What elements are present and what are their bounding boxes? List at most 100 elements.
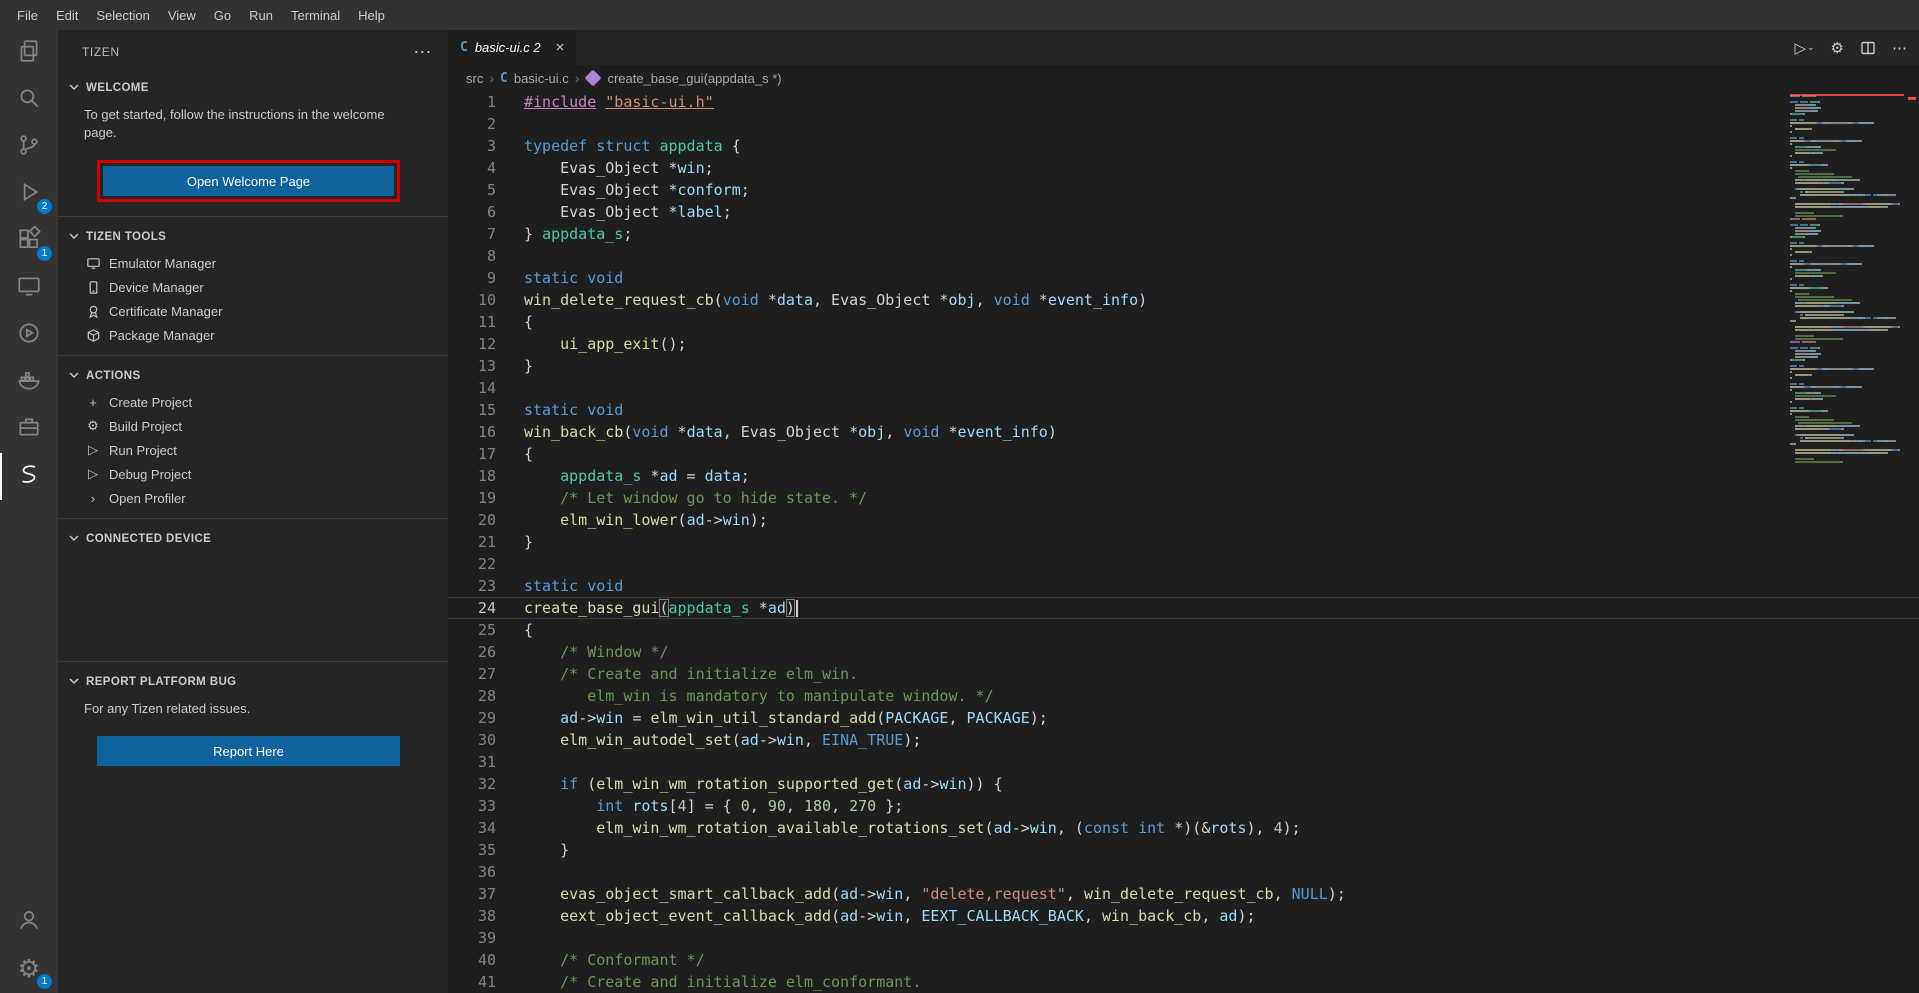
minimap[interactable] — [1790, 91, 1904, 993]
code-line[interactable]: 26 /* Window */ — [448, 641, 1919, 663]
minimap-row — [1790, 371, 1904, 373]
code-line[interactable]: 19 /* Let window go to hide state. */ — [448, 487, 1919, 509]
menu-view[interactable]: View — [159, 0, 205, 30]
sidebar-item-explorer[interactable] — [0, 30, 58, 77]
code-line[interactable]: 1#include "basic-ui.h" — [448, 91, 1919, 113]
menu-edit[interactable]: Edit — [47, 0, 87, 30]
code-line[interactable]: 39 — [448, 927, 1919, 949]
tab-basic-ui-c[interactable]: C basic-ui.c 2 × — [448, 30, 576, 65]
menu-terminal[interactable]: Terminal — [282, 0, 349, 30]
sidebar-item-run-project[interactable]: ▷ Run Project — [58, 438, 448, 462]
code-line[interactable]: 8 — [448, 245, 1919, 267]
sidebar-item-open-profiler[interactable]: › Open Profiler — [58, 486, 448, 510]
code-line[interactable]: 10win_delete_request_cb(void *data, Evas… — [448, 289, 1919, 311]
minimap-row — [1790, 392, 1904, 394]
sidebar-item-run-debug[interactable]: 2 — [0, 171, 58, 218]
code-line[interactable]: 38 eext_object_event_callback_add(ad->wi… — [448, 905, 1919, 927]
code-line[interactable]: 24create_base_gui(appdata_s *ad) — [448, 597, 1919, 619]
code-line[interactable]: 7} appdata_s; — [448, 223, 1919, 245]
code-line[interactable]: 37 evas_object_smart_callback_add(ad->wi… — [448, 883, 1919, 905]
code-line[interactable]: 20 elm_win_lower(ad->win); — [448, 509, 1919, 531]
split-editor-icon[interactable] — [1860, 40, 1876, 56]
editor-actions: ▷⌄ ⚙ ⋯ — [1794, 30, 1907, 65]
manage-button[interactable]: ⚙ 1 — [0, 946, 58, 993]
more-actions-icon[interactable]: ⋯ — [413, 42, 432, 63]
code-line[interactable]: 36 — [448, 861, 1919, 883]
code-line[interactable]: 32 if (elm_win_wm_rotation_supported_get… — [448, 773, 1919, 795]
code-line[interactable]: 41 /* Create and initialize elm_conforma… — [448, 971, 1919, 993]
report-here-button[interactable]: Report Here — [97, 736, 400, 766]
line-content: eext_object_event_callback_add(ad->win, … — [524, 905, 1256, 927]
close-icon[interactable]: × — [556, 39, 565, 56]
sidebar-item-build-project[interactable]: ⚙ Build Project — [58, 414, 448, 438]
open-welcome-page-button[interactable]: Open Welcome Page — [103, 166, 394, 196]
settings-icon[interactable]: ⚙ — [1831, 39, 1844, 57]
line-number: 36 — [448, 861, 524, 883]
code-line[interactable]: 4 Evas_Object *win; — [448, 157, 1919, 179]
minimap-row — [1790, 455, 1904, 457]
code-line[interactable]: 15static void — [448, 399, 1919, 421]
code-line[interactable]: 9static void — [448, 267, 1919, 289]
sidebar-item-tizen[interactable] — [0, 453, 58, 500]
menu-selection[interactable]: Selection — [87, 0, 158, 30]
sidebar-item-extensions[interactable]: 1 — [0, 218, 58, 265]
code-line[interactable]: 18 appdata_s *ad = data; — [448, 465, 1919, 487]
code-line[interactable]: 12 ui_app_exit(); — [448, 333, 1919, 355]
sidebar-item-device-manager[interactable]: Device Manager — [58, 275, 448, 299]
sidebar-item-search[interactable] — [0, 77, 58, 124]
code-line[interactable]: 21} — [448, 531, 1919, 553]
code-line[interactable]: 13} — [448, 355, 1919, 377]
code-line[interactable]: 25{ — [448, 619, 1919, 641]
code-line[interactable]: 34 elm_win_wm_rotation_available_rotatio… — [448, 817, 1919, 839]
code-line[interactable]: 17{ — [448, 443, 1919, 465]
code-line[interactable]: 3typedef struct appdata { — [448, 135, 1919, 157]
code-editor[interactable]: 1#include "basic-ui.h"23typedef struct a… — [448, 91, 1919, 993]
line-number: 19 — [448, 487, 524, 509]
run-code-button[interactable]: ▷⌄ — [1794, 39, 1814, 57]
code-line[interactable]: 5 Evas_Object *conform; — [448, 179, 1919, 201]
sidebar-item-create-project[interactable]: + Create Project — [58, 390, 448, 414]
code-line[interactable]: 22 — [448, 553, 1919, 575]
code-line[interactable]: 35 } — [448, 839, 1919, 861]
overview-ruler[interactable] — [1904, 91, 1919, 993]
breadcrumb-file[interactable]: basic-ui.c — [514, 71, 569, 86]
code-line[interactable]: 30 elm_win_autodel_set(ad->win, EINA_TRU… — [448, 729, 1919, 751]
accounts-button[interactable] — [0, 899, 58, 946]
code-line[interactable]: 31 — [448, 751, 1919, 773]
code-line[interactable]: 14 — [448, 377, 1919, 399]
more-actions-icon[interactable]: ⋯ — [1892, 39, 1907, 57]
sidebar-item-package-manager[interactable]: Package Manager — [58, 323, 448, 347]
code-line[interactable]: 23static void — [448, 575, 1919, 597]
section-welcome[interactable]: WELCOME — [58, 74, 448, 102]
code-line[interactable]: 40 /* Conformant */ — [448, 949, 1919, 971]
code-line[interactable]: 33 int rots[4] = { 0, 90, 180, 270 }; — [448, 795, 1919, 817]
section-tizen-tools[interactable]: TIZEN TOOLS — [58, 223, 448, 251]
sidebar-item-run-targets[interactable] — [0, 312, 58, 359]
sidebar-item-debug-project[interactable]: ▷ Debug Project — [58, 462, 448, 486]
sidebar-item-tizen-tools[interactable] — [0, 406, 58, 453]
sidebar-item-certificate-manager[interactable]: Certificate Manager — [58, 299, 448, 323]
minimap-row — [1790, 359, 1904, 361]
code-line[interactable]: 29 ad->win = elm_win_util_standard_add(P… — [448, 707, 1919, 729]
sidebar-item-docker[interactable] — [0, 359, 58, 406]
section-connected-device[interactable]: CONNECTED DEVICE — [58, 525, 448, 553]
code-line[interactable]: 6 Evas_Object *label; — [448, 201, 1919, 223]
code-line[interactable]: 11{ — [448, 311, 1919, 333]
code-line[interactable]: 2 — [448, 113, 1919, 135]
section-actions[interactable]: ACTIONS — [58, 362, 448, 390]
section-report-platform-bug[interactable]: REPORT PLATFORM BUG — [58, 668, 448, 696]
menu-file[interactable]: File — [8, 0, 47, 30]
breadcrumb-folder[interactable]: src — [466, 71, 483, 86]
code-line[interactable]: 28 elm_win is mandatory to manipulate wi… — [448, 685, 1919, 707]
sidebar-item-remote-explorer[interactable] — [0, 265, 58, 312]
code-line[interactable]: 16win_back_cb(void *data, Evas_Object *o… — [448, 421, 1919, 443]
sidebar-item-emulator-manager[interactable]: Emulator Manager — [58, 251, 448, 275]
line-number: 41 — [448, 971, 524, 993]
menu-help[interactable]: Help — [349, 0, 394, 30]
code-line[interactable]: 27 /* Create and initialize elm_win. — [448, 663, 1919, 685]
minimap-row — [1790, 164, 1904, 166]
breadcrumb-symbol[interactable]: create_base_gui(appdata_s *) — [607, 71, 781, 86]
menu-go[interactable]: Go — [205, 0, 240, 30]
menu-run[interactable]: Run — [240, 0, 282, 30]
sidebar-item-source-control[interactable] — [0, 124, 58, 171]
